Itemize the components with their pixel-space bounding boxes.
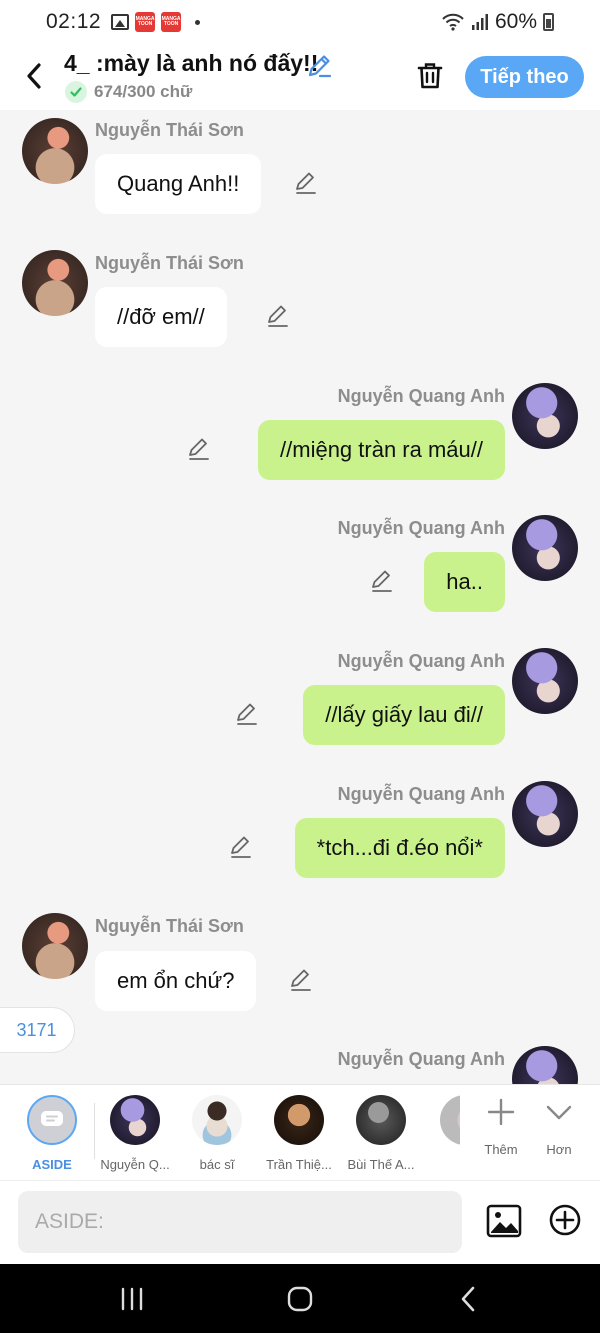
character-tran-thie[interactable]: Trần Thiệ... [259,1095,339,1172]
mangatoon-notification-icon: MANGA TOON [135,12,156,32]
avatar-nguyen-quang-anh[interactable] [512,383,578,449]
status-right: 60% [441,10,554,34]
home-button[interactable] [283,1282,317,1316]
message-input[interactable]: ASIDE: [18,1191,462,1253]
character-selector: ASIDE Nguyễn Q... bác sĩ Trần Thiệ... Bù… [0,1084,600,1180]
character-partial[interactable] [440,1095,460,1145]
character-label: ASIDE [32,1157,72,1172]
status-bar: 02:12 MANGA TOON MANGA TOON 60% [0,0,600,44]
edit-message-pencil-icon[interactable] [234,701,260,727]
message-bubble[interactable]: *tch...đi đ.éo nổi* [294,818,505,878]
avatar [192,1095,242,1145]
character-label: bác sĩ [199,1157,235,1172]
header: 4_ :mày là anh nó đấy!! 674/300 chữ Tiếp… [0,44,600,110]
avatar [356,1095,406,1145]
message-sender: Nguyễn Quang Anh [337,1049,505,1069]
recent-apps-icon [121,1287,143,1311]
add-circle-icon[interactable] [548,1203,582,1237]
avatar-nguyen-thai-son[interactable] [22,250,88,316]
plus-icon [487,1098,515,1126]
message-sender: Nguyễn Quang Anh [337,784,505,804]
more-notifications-dot-icon [195,19,201,25]
episode-title: 4_ :mày là anh nó đấy!! [64,50,319,76]
message-bubble[interactable]: //miệng tràn ra máu// [258,420,505,480]
home-icon [287,1286,313,1312]
avatar-nguyen-quang-anh[interactable] [512,648,578,714]
system-navigation-bar [0,1264,600,1333]
character-label: Nguyễn Q... [100,1157,170,1172]
message-sender: Nguyễn Thái Sơn [95,916,244,936]
character-aside[interactable]: ASIDE [12,1095,92,1172]
message-bubble[interactable]: ha.. [424,552,505,612]
character-nguyen-quang-anh[interactable]: Nguyễn Q... [95,1095,175,1172]
wifi-icon [442,13,464,31]
word-count: 674/300 chữ [94,82,193,101]
word-counter-badge[interactable]: 3171 [0,1007,75,1053]
status-time: 02:12 [46,10,102,33]
message-bubble[interactable]: Quang Anh!! [95,154,262,214]
message-sender: Nguyễn Thái Sơn [95,120,244,140]
character-label: Bùi Thế A... [347,1157,415,1172]
back-button[interactable] [18,58,50,94]
message-bubble[interactable]: em ổn chứ? [95,951,257,1011]
chat-messages[interactable]: Nguyễn Thái Sơn Quang Anh!! Nguyễn Thái … [0,110,600,1085]
next-button[interactable]: Tiếp theo [465,56,584,98]
avatar [110,1095,160,1145]
edit-message-pencil-icon[interactable] [369,568,395,594]
input-area: ASIDE: [0,1180,600,1264]
chevron-down-icon [546,1105,572,1120]
expand-characters-button[interactable]: Hơn [534,1097,584,1157]
image-icon[interactable] [486,1203,522,1239]
message-sender: Nguyễn Quang Anh [337,386,505,406]
check-icon [65,81,87,103]
recent-apps-button[interactable] [115,1282,149,1316]
back-arrow-icon [461,1286,475,1312]
avatar-nguyen-quang-anh[interactable] [512,1046,578,1085]
message-bubble[interactable]: //lấy giấy lau đi// [303,685,505,745]
edit-message-pencil-icon[interactable] [288,967,314,993]
message-bubble[interactable]: //đỡ em// [95,287,227,347]
avatar [440,1095,460,1145]
character-label: Trần Thiệ... [266,1157,332,1172]
avatar-nguyen-thai-son[interactable] [22,913,88,979]
system-back-button[interactable] [451,1282,485,1316]
avatar-nguyen-thai-son[interactable] [22,118,88,184]
edit-message-pencil-icon[interactable] [186,436,212,462]
message-sender: Nguyễn Quang Anh [337,518,505,538]
edit-message-pencil-icon[interactable] [228,834,254,860]
avatar-nguyen-quang-anh[interactable] [512,781,578,847]
aside-avatar [27,1095,77,1145]
avatar-nguyen-quang-anh[interactable] [512,515,578,581]
add-character-label: Thêm [484,1142,518,1157]
message-sender: Nguyễn Thái Sơn [95,253,244,273]
battery-icon [543,13,554,31]
notification-icons: MANGA TOON MANGA TOON [111,12,201,32]
chevron-left-icon [27,63,41,89]
character-bui-the-a[interactable]: Bùi Thế A... [341,1095,421,1172]
character-bac-si[interactable]: bác sĩ [177,1095,257,1172]
trash-icon[interactable] [414,60,446,92]
speech-bubble-icon [41,1111,63,1126]
gallery-notification-icon [111,14,130,30]
message-sender: Nguyễn Quang Anh [337,651,505,671]
signal-icon [471,14,488,30]
expand-label: Hơn [546,1142,572,1157]
avatar [274,1095,324,1145]
battery-percent: 60% [494,10,537,33]
add-character-button[interactable]: Thêm [476,1097,526,1157]
edit-title-pencil-icon[interactable] [305,52,333,80]
edit-message-pencil-icon[interactable] [293,170,319,196]
mangatoon-notification-icon: MANGA TOON [161,12,182,32]
edit-message-pencil-icon[interactable] [265,303,291,329]
